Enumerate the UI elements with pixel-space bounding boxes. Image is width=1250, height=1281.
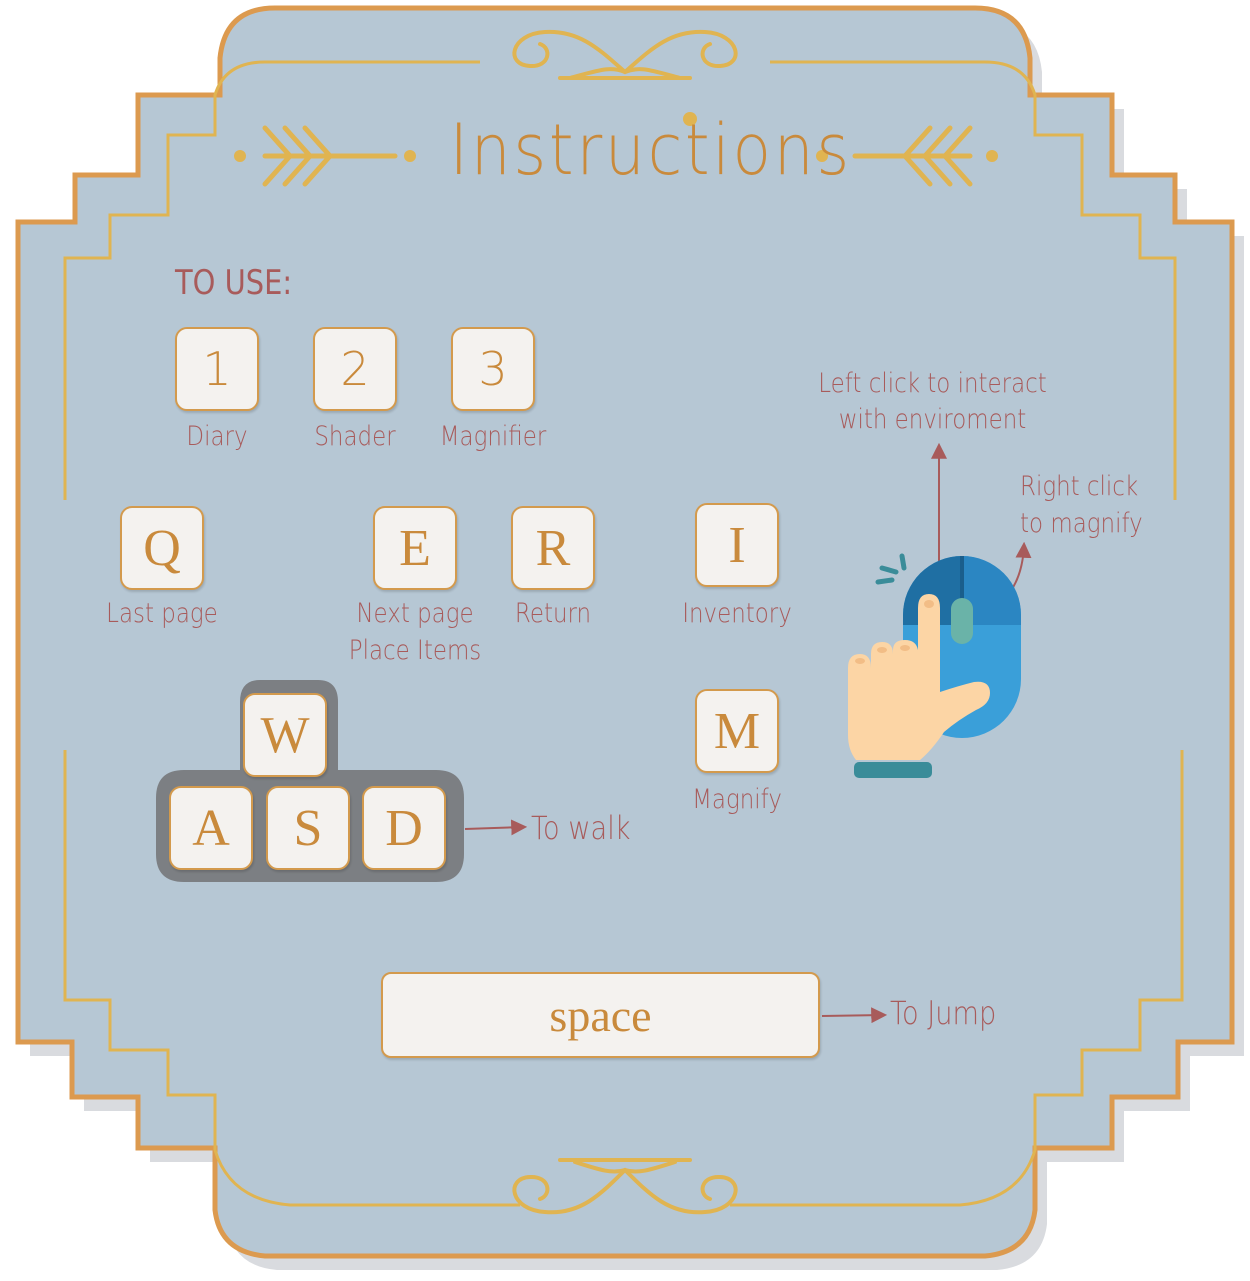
key-q-label: Last page [106, 598, 218, 629]
key-2-label: Shader [314, 421, 396, 452]
key-i[interactable]: I [695, 503, 779, 587]
key-3[interactable]: 3 [451, 327, 535, 411]
key-w[interactable]: W [243, 693, 327, 777]
right-click-label-line1: Right click [1020, 471, 1139, 502]
key-1[interactable]: 1 [175, 327, 259, 411]
key-e-label-line1: Next page [356, 598, 474, 629]
key-d[interactable]: D [362, 786, 446, 870]
key-i-label: Inventory [682, 598, 792, 629]
key-m-label: Magnify [692, 784, 782, 815]
space-label: To Jump [890, 994, 997, 1032]
key-space[interactable]: space [381, 972, 820, 1058]
key-r-label: Return [514, 598, 592, 629]
key-m[interactable]: M [695, 689, 779, 773]
right-click-label-line2: to magnify [1020, 508, 1143, 539]
key-a[interactable]: A [169, 786, 253, 870]
key-e-label-line2: Place Items [348, 635, 482, 666]
page-title: Instructions [449, 109, 852, 191]
key-3-label: Magnifier [439, 421, 547, 452]
key-2[interactable]: 2 [313, 327, 397, 411]
section-heading: TO USE: [175, 263, 293, 303]
wasd-label: To walk [531, 809, 631, 847]
key-s[interactable]: S [266, 786, 350, 870]
key-r[interactable]: R [511, 506, 595, 590]
mouse-click-icon [848, 553, 1021, 778]
key-q[interactable]: Q [120, 506, 204, 590]
left-click-label-line1: Left click to interact [818, 368, 1047, 399]
key-e[interactable]: E [373, 506, 457, 590]
left-click-label-line2: with enviroment [838, 404, 1027, 435]
key-1-label: Diary [186, 421, 248, 452]
